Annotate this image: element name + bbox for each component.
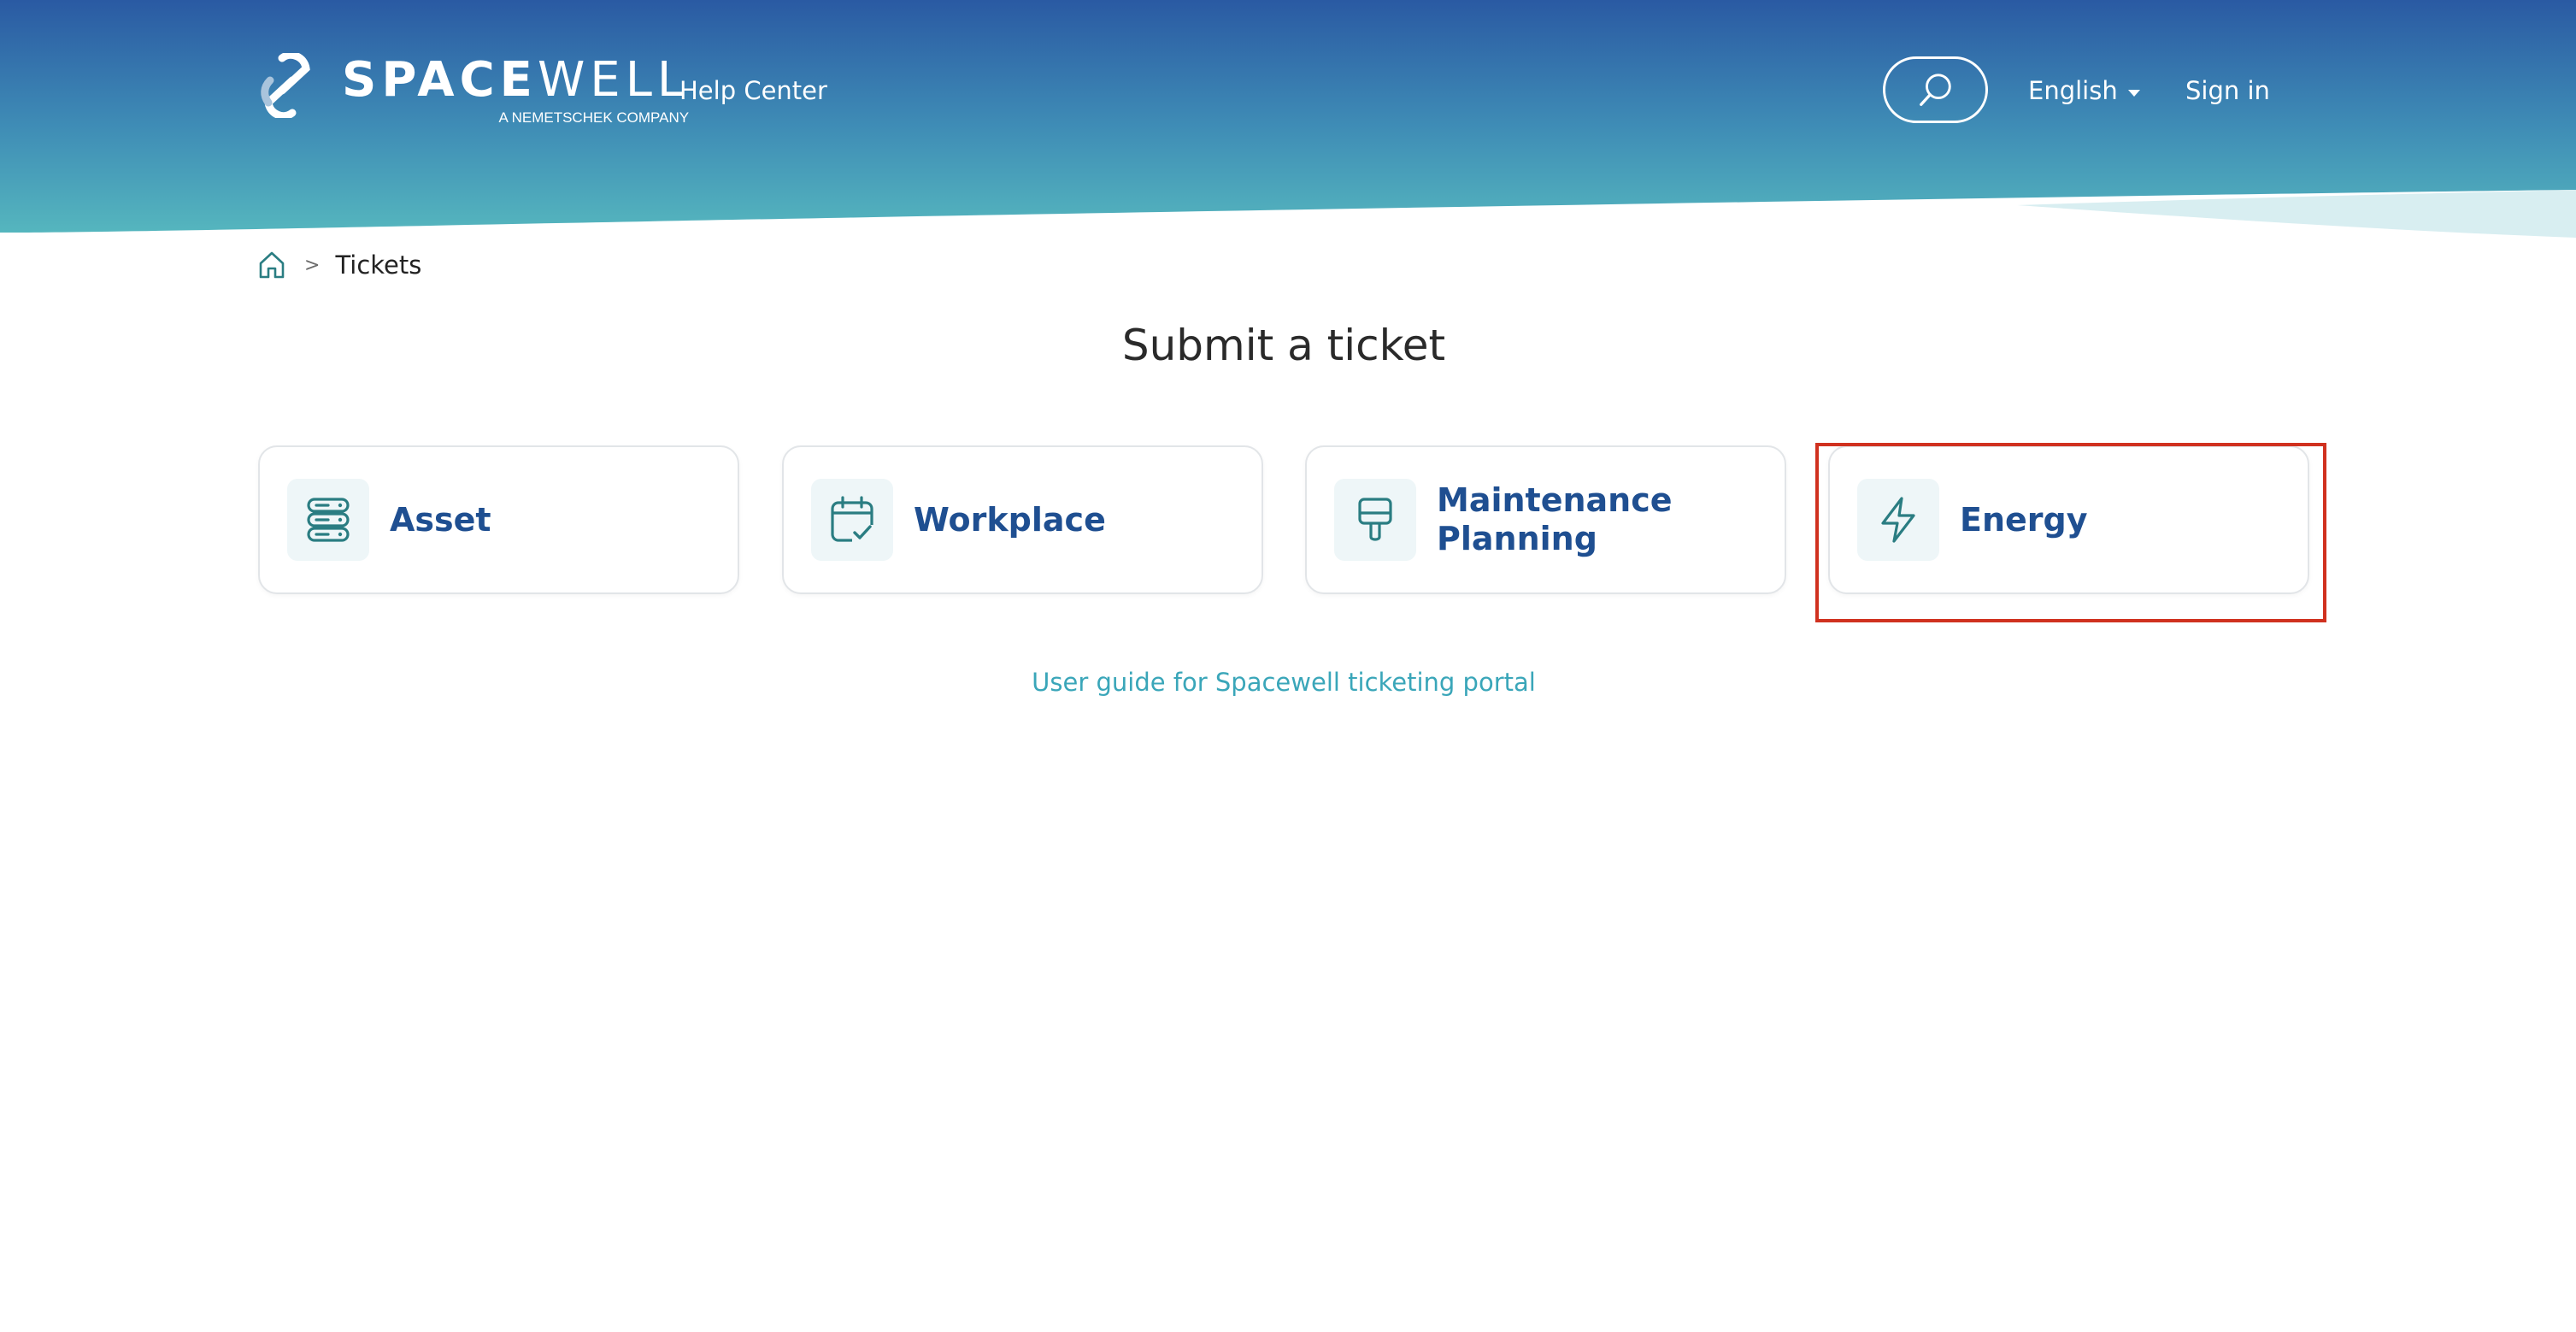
- card-asset[interactable]: Asset: [258, 445, 739, 594]
- breadcrumb-current: Tickets: [335, 250, 422, 280]
- card-label: Maintenance Planning: [1437, 481, 1673, 557]
- page: SPACEWELL A NEMETSCHEK COMPANY Help Cent…: [0, 0, 2576, 1332]
- home-icon[interactable]: [256, 250, 287, 280]
- card-label: Workplace: [914, 500, 1106, 539]
- spacewell-logo[interactable]: SPACEWELL A NEMETSCHEK COMPANY: [256, 53, 689, 130]
- card-label: Asset: [390, 500, 491, 539]
- search-button[interactable]: [1883, 56, 1988, 123]
- card-icon-box: [1334, 479, 1416, 561]
- breadcrumb-separator: >: [304, 254, 321, 276]
- help-center-link[interactable]: Help Center: [679, 74, 827, 108]
- chevron-down-icon: [2127, 90, 2140, 97]
- logo-word-light: WELL: [537, 52, 690, 108]
- logo-word-bold: SPACE: [342, 52, 538, 108]
- card-workplace[interactable]: Workplace: [782, 445, 1263, 594]
- card-icon-box: [1857, 479, 1939, 561]
- sign-in-link[interactable]: Sign in: [2185, 74, 2270, 108]
- lightning-icon: [1881, 497, 1915, 543]
- card-energy[interactable]: Energy: [1828, 445, 2309, 594]
- server-icon: [307, 498, 350, 542]
- logo-wordmark: SPACEWELL: [342, 53, 689, 108]
- card-label: Energy: [1960, 500, 2088, 539]
- logo-tagline: A NEMETSCHEK COMPANY: [498, 109, 690, 126]
- page-title: Submit a ticket: [1121, 321, 1446, 370]
- card-icon-box: [287, 479, 369, 561]
- card-maintenance-planning[interactable]: Maintenance Planning: [1305, 445, 1786, 594]
- logo-text: SPACEWELL A NEMETSCHEK COMPANY: [342, 53, 689, 130]
- language-selector[interactable]: English: [2028, 74, 2140, 108]
- card-icon-box: [811, 479, 893, 561]
- language-label: English: [2028, 76, 2118, 105]
- paint-brush-icon: [1358, 498, 1392, 541]
- calendar-check-icon: [831, 496, 874, 544]
- breadcrumb: > Tickets: [256, 248, 421, 282]
- user-guide-link[interactable]: User guide for Spacewell ticketing porta…: [0, 665, 2567, 699]
- spacewell-logo-mark-icon: [261, 53, 310, 118]
- search-icon: [1919, 74, 1951, 106]
